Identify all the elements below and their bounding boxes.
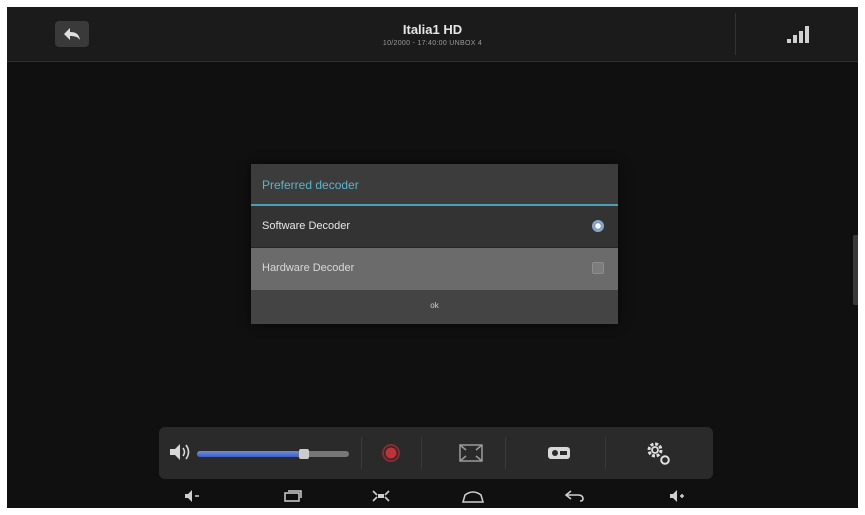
settings-button[interactable] [643, 439, 673, 467]
audio-track-icon [548, 447, 570, 459]
back-icon [564, 490, 584, 502]
radio-unselected[interactable] [592, 262, 604, 274]
dialog-title-bar: Preferred decoder [251, 164, 618, 206]
aspect-ratio-icon [459, 444, 483, 462]
divider [735, 13, 736, 55]
volume-slider[interactable] [197, 449, 349, 459]
preferred-decoder-dialog: Preferred decoder Software Decoder Hardw… [251, 164, 618, 324]
channel-name: Italia1 HD [402, 22, 463, 37]
screenshot-icon [372, 490, 390, 502]
radio-selected[interactable] [592, 220, 604, 232]
record-icon [382, 444, 400, 462]
divider [605, 437, 606, 469]
volume-slider-fill [197, 451, 299, 457]
divider [421, 437, 422, 469]
speaker-icon[interactable] [167, 441, 193, 463]
playback-control-bar [159, 427, 713, 479]
option-label: Hardware Decoder [262, 262, 355, 274]
option-software-decoder[interactable]: Software Decoder [251, 206, 618, 248]
channel-info: 10/2000 - 17:40:00 UNBOX 4 [382, 40, 483, 47]
ok-label: ok [430, 301, 439, 310]
divider [361, 437, 362, 469]
volume-up-button[interactable] [665, 487, 689, 505]
divider [505, 437, 506, 469]
recent-apps-icon [284, 490, 302, 502]
record-button[interactable] [376, 439, 406, 467]
home-button[interactable] [461, 487, 485, 505]
side-panel-handle[interactable] [853, 235, 858, 305]
audio-track-button[interactable] [544, 439, 574, 467]
volume-up-icon [670, 490, 684, 502]
screen: Italia1 HD 10/2000 - 17:40:00 UNBOX 4 Pr… [7, 7, 858, 508]
home-icon [462, 491, 484, 503]
screenshot-button[interactable] [369, 487, 393, 505]
top-bar: Italia1 HD 10/2000 - 17:40:00 UNBOX 4 [7, 7, 858, 62]
system-navigation-bar [7, 484, 858, 508]
gear-icon [647, 442, 670, 465]
volume-down-button[interactable] [180, 487, 204, 505]
option-label: Software Decoder [262, 220, 351, 232]
back-nav-button[interactable] [563, 487, 587, 505]
aspect-ratio-button[interactable] [456, 439, 486, 467]
volume-down-icon [185, 490, 199, 502]
dialog-title: Preferred decoder [262, 178, 359, 192]
signal-strength-icon [787, 26, 809, 43]
recent-apps-button[interactable] [281, 487, 305, 505]
volume-slider-thumb[interactable] [299, 449, 309, 459]
option-hardware-decoder[interactable]: Hardware Decoder [251, 248, 618, 290]
ok-button[interactable]: ok [251, 290, 618, 324]
